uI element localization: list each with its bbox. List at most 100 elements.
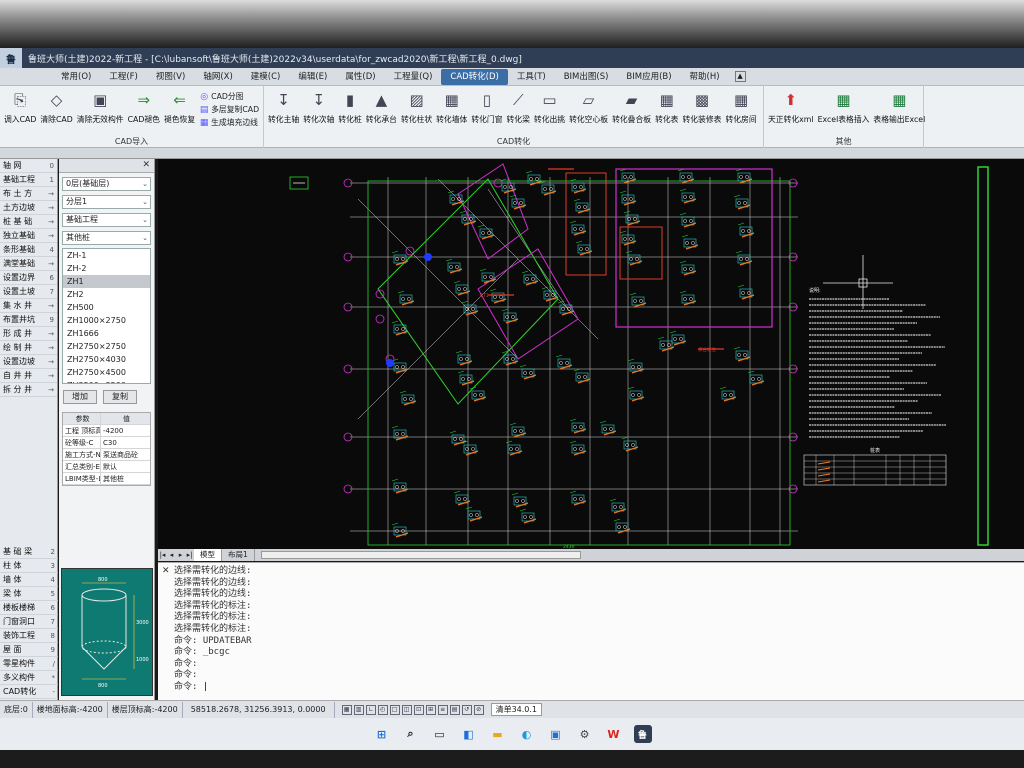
component-list-item[interactable]: ZH1000×2750 — [63, 314, 150, 327]
menu-bim-drawing[interactable]: BIM出图(S) — [555, 69, 618, 85]
multi-copy-cad-button[interactable]: ▤ 多层复制CAD — [199, 103, 259, 116]
component-list-item[interactable]: ZH-1 — [63, 249, 150, 262]
menu-model[interactable]: 建模(C) — [242, 69, 290, 85]
excel-insert-button[interactable]: ▦ Excel表格插入 — [816, 88, 872, 132]
command-prompt[interactable]: 命令: | — [158, 682, 1024, 694]
component-list-item[interactable]: ZH2 — [63, 288, 150, 301]
prev-tab-icon[interactable]: ◂ — [167, 551, 176, 559]
edge-browser-icon[interactable]: ◐ — [518, 725, 536, 743]
nav-item-top-5[interactable]: 独立基础 → — [0, 229, 57, 243]
nav-item-bottom-7[interactable]: 屋 面9 — [0, 643, 58, 657]
component-list-item[interactable]: ZH-2 — [63, 262, 150, 275]
nav-item-bottom-10[interactable]: CAD转化 - — [0, 685, 58, 699]
last-tab-icon[interactable]: ▸| — [185, 551, 194, 559]
wps-office-icon[interactable]: W — [605, 725, 623, 743]
fade-restore-button[interactable]: ⇐ 褪色恢复 — [162, 88, 197, 132]
convert-button-11[interactable]: ▦ 转化表 — [653, 88, 680, 132]
nav-item-top-11[interactable]: 布置井坑 9 — [0, 313, 57, 327]
settings-icon[interactable]: ⚙ — [576, 725, 594, 743]
property-row[interactable]: 施工方式-N 泵送商品砼 — [63, 449, 150, 461]
convert-button-0[interactable]: ↧ 转化主轴 — [266, 88, 301, 132]
component-list-item[interactable]: ZH1 — [63, 275, 150, 288]
widgets-icon[interactable]: ◧ — [460, 725, 478, 743]
menu-common[interactable]: 常用(O) — [52, 69, 100, 85]
ducs-toggle-icon[interactable]: ⊡ — [413, 704, 424, 715]
nav-item-top-16[interactable]: 拆 分 井 → — [0, 383, 57, 397]
model-toggle-icon[interactable]: ▤ — [449, 704, 460, 715]
component-list[interactable]: ZH-1 ZH-2 ZH1 ZH2 ZH500 ZH1000×2750 ZH1666 ZH27… — [62, 248, 151, 384]
menu-property[interactable]: 属性(D) — [336, 69, 384, 85]
component-list-item[interactable]: ZH2750×4500 — [63, 366, 150, 379]
cad-drawing[interactable]: 说明: 桩表 CT1 承台桩位 2430 — [158, 159, 1024, 550]
search-icon[interactable]: ⌕ — [402, 725, 420, 743]
menu-bim-apply[interactable]: BIM应用(B) — [617, 69, 680, 85]
luban-app-icon[interactable]: 鲁 — [633, 725, 652, 743]
property-row[interactable]: 工程 顶标高 -4200 — [63, 425, 150, 437]
horizontal-scrollbar[interactable] — [260, 551, 581, 559]
nav-item-top-1[interactable]: 基础工程 1 — [0, 173, 57, 187]
menu-tools[interactable]: 工具(T) — [508, 69, 555, 85]
convert-button-9[interactable]: ▱ 转化空心板 — [567, 88, 610, 132]
otrack-toggle-icon[interactable]: ◫ — [401, 704, 412, 715]
component-list-item[interactable]: ZH2750×2750 — [63, 340, 150, 353]
convert-button-5[interactable]: ▦ 转化墙体 — [434, 88, 469, 132]
add-button[interactable]: 增加 — [63, 390, 97, 404]
component-list-item[interactable]: ZH2750×4030 — [63, 353, 150, 366]
convert-button-1[interactable]: ↧ 转化次轴 — [301, 88, 336, 132]
ortho-toggle-icon[interactable]: ∟ — [365, 704, 376, 715]
menu-cad-convert[interactable]: CAD转化(D) — [441, 68, 508, 85]
file-explorer-icon[interactable]: ▬ — [489, 725, 507, 743]
menu-edit[interactable]: 编辑(E) — [289, 69, 336, 85]
nav-item-top-15[interactable]: 自 井 井 → — [0, 369, 57, 383]
close-icon[interactable]: ✕ — [142, 160, 150, 170]
task-view-icon[interactable]: ▭ — [431, 725, 449, 743]
nav-item-bottom-9[interactable]: 多义构件 * — [0, 671, 58, 685]
component-list-item[interactable]: ZH500 — [63, 301, 150, 314]
tangent-xml-button[interactable]: ⬆ 天正转化xml — [766, 88, 816, 132]
component-list-item[interactable]: ZH1666 — [63, 327, 150, 340]
cad-fade-button[interactable]: ⇒ CAD褪色 — [126, 88, 162, 132]
menu-view[interactable]: 视图(V) — [147, 69, 194, 85]
convert-button-8[interactable]: ▭ 转化出挑 — [532, 88, 567, 132]
nav-item-bottom-0[interactable]: 基 础 梁2 — [0, 545, 58, 559]
polar-toggle-icon[interactable]: ◴ — [377, 704, 388, 715]
first-tab-icon[interactable]: |◂ — [158, 551, 167, 559]
collapse-ribbon-icon[interactable]: ▲ — [734, 71, 746, 82]
import-cad-button[interactable]: ⎘ 调入CAD — [2, 88, 38, 132]
tab-layout1[interactable]: 布局1 — [222, 549, 255, 561]
dyn-toggle-icon[interactable]: ⊞ — [425, 704, 436, 715]
sel-cycle-icon[interactable]: ↺ — [461, 704, 472, 715]
close-command-icon[interactable]: ✕ — [162, 566, 170, 576]
nav-item-top-14[interactable]: 设置边坡 → — [0, 355, 57, 369]
convert-button-4[interactable]: ▨ 转化柱状 — [399, 88, 434, 132]
nav-item-top-3[interactable]: 土方边坡 → — [0, 201, 57, 215]
nav-item-top-7[interactable]: 满堂基础 → — [0, 257, 57, 271]
sublayer-select[interactable]: 分层1 ⌄ — [62, 195, 151, 209]
annot-icon[interactable]: ⊘ — [473, 704, 484, 715]
nav-item-top-13[interactable]: 绘 制 井 → — [0, 341, 57, 355]
nav-item-top-9[interactable]: 设置土坡 7 — [0, 285, 57, 299]
grid-toggle-icon[interactable]: ▦ — [341, 704, 352, 715]
lineweight-toggle-icon[interactable]: ≡ — [437, 704, 448, 715]
nav-item-bottom-8[interactable]: 零星构件 / — [0, 657, 58, 671]
copy-button[interactable]: 复制 — [103, 390, 137, 404]
menu-project[interactable]: 工程(F) — [100, 69, 147, 85]
convert-button-7[interactable]: ⟋ 转化梁 — [505, 88, 532, 132]
property-row[interactable]: 汇总类别-E 默认 — [63, 461, 150, 473]
nav-item-top-10[interactable]: 集 水 井 → — [0, 299, 57, 313]
nav-item-top-4[interactable]: 桩 基 础 → — [0, 215, 57, 229]
convert-button-12[interactable]: ▩ 转化装修表 — [680, 88, 723, 132]
nav-item-top-0[interactable]: 轴 网0 — [0, 159, 57, 173]
tab-model[interactable]: 模型 — [194, 549, 222, 561]
convert-button-6[interactable]: ▯ 转化门窗 — [469, 88, 504, 132]
menu-grid[interactable]: 轴网(X) — [194, 69, 241, 85]
clear-invalid-button[interactable]: ▣ 清除无效构件 — [75, 88, 126, 132]
cad-canvas[interactable]: 说明: 桩表 CT1 承台桩位 2430 — [158, 159, 1024, 550]
nav-item-top-12[interactable]: 形 成 井 → — [0, 327, 57, 341]
gen-fill-edge-button[interactable]: ▦ 生成填充边线 — [199, 116, 259, 129]
next-tab-icon[interactable]: ▸ — [176, 551, 185, 559]
nav-item-bottom-6[interactable]: 装饰工程 8 — [0, 629, 58, 643]
nav-item-top-6[interactable]: 条形基础 4 — [0, 243, 57, 257]
osnap-toggle-icon[interactable]: □ — [389, 704, 400, 715]
menu-quantity[interactable]: 工程量(Q) — [385, 69, 442, 85]
